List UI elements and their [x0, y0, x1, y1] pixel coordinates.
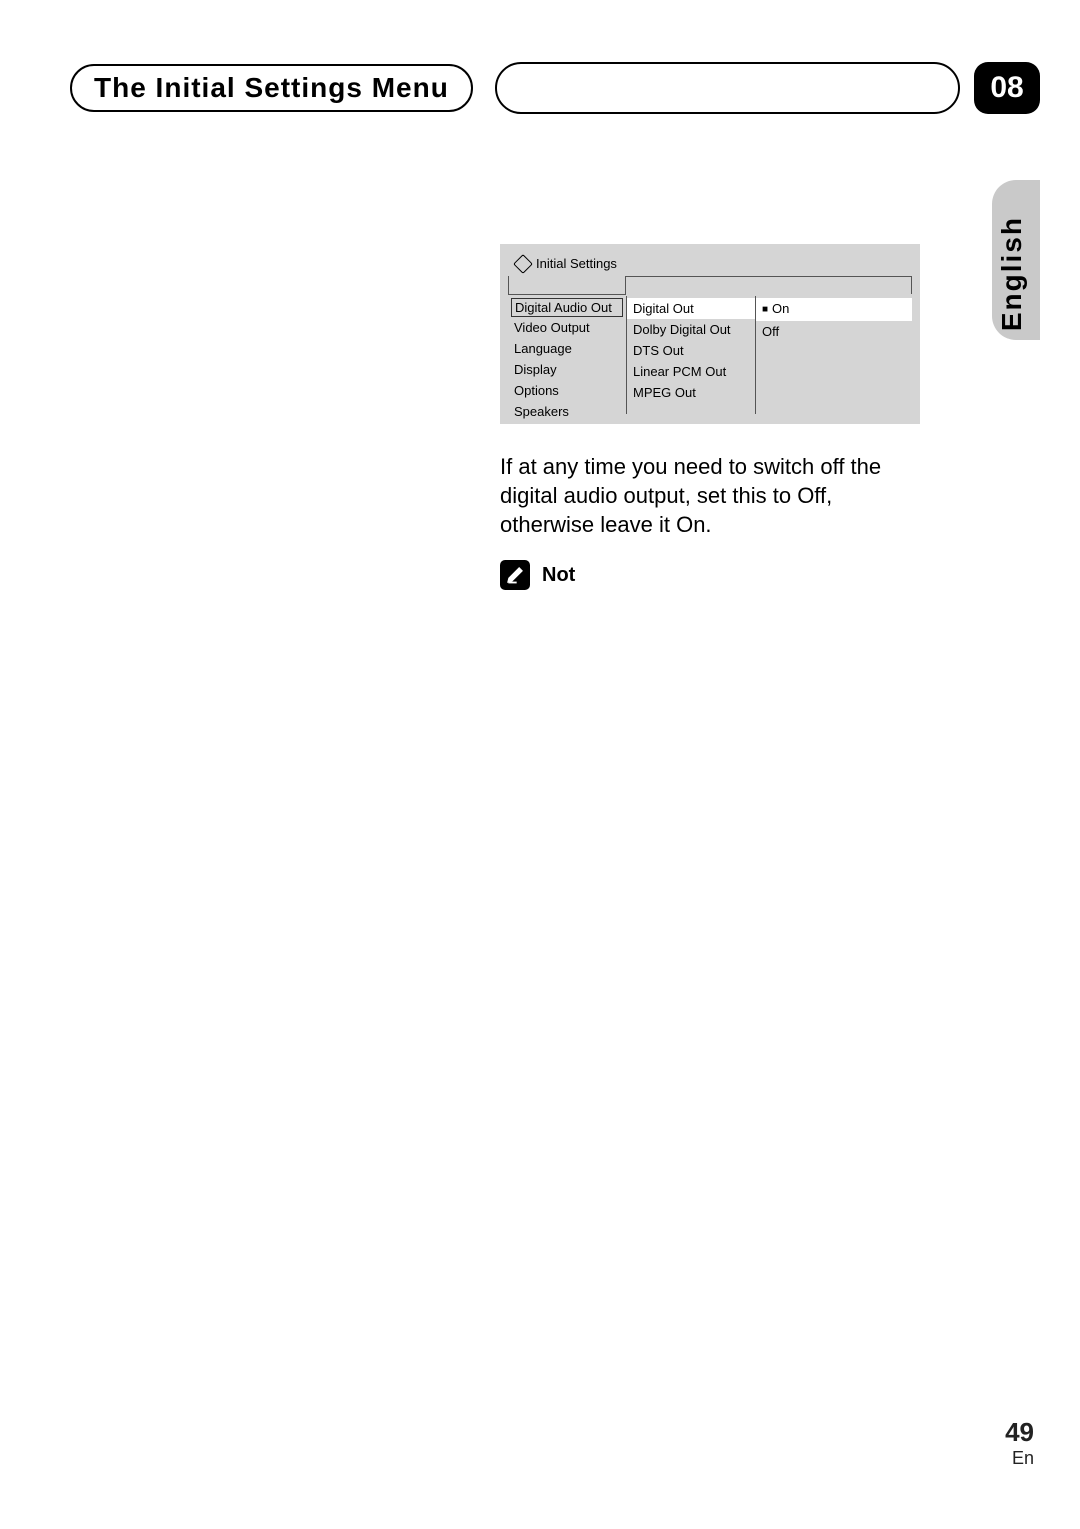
- osd-value-item: Off: [756, 321, 912, 342]
- osd-menu-column: Digital Audio Out Video Output Language …: [508, 296, 626, 422]
- osd-value-label: On: [772, 301, 789, 316]
- page-number: 49: [1005, 1417, 1034, 1448]
- osd-menu-item: Digital Audio Out: [511, 298, 623, 317]
- osd-submenu-item: DTS Out: [627, 340, 755, 361]
- osd-value-selected: ■ On: [756, 298, 912, 321]
- osd-submenu-column: Digital Out Dolby Digital Out DTS Out Li…: [626, 296, 756, 414]
- osd-submenu-item: Dolby Digital Out: [627, 319, 755, 340]
- osd-submenu-item-selected: Digital Out: [627, 298, 755, 319]
- note-label: Not: [542, 564, 575, 587]
- language-tab-label: English: [996, 216, 1028, 331]
- osd-submenu-item: Linear PCM Out: [627, 361, 755, 382]
- osd-diamond-icon: [513, 254, 533, 274]
- page-header: The Initial Settings Menu 08: [70, 62, 1040, 114]
- osd-menu-item: Language: [508, 338, 626, 359]
- osd-active-tab: [508, 276, 626, 295]
- page-lang-code: En: [1005, 1448, 1034, 1469]
- osd-value-column: ■ On Off: [756, 296, 912, 422]
- osd-title: Initial Settings: [536, 256, 617, 271]
- chapter-title: The Initial Settings Menu: [70, 64, 473, 112]
- osd-menu-item: Video Output: [508, 317, 626, 338]
- osd-submenu-item: MPEG Out: [627, 382, 755, 403]
- osd-header: Initial Settings: [516, 256, 617, 271]
- osd-menu-item: Speakers: [508, 401, 626, 422]
- osd-menu-item: Display: [508, 359, 626, 380]
- osd-screenshot: Initial Settings Digital Audio Out Video…: [500, 244, 920, 424]
- osd-columns: Digital Audio Out Video Output Language …: [508, 296, 912, 422]
- header-spacer-pill: [495, 62, 960, 114]
- note-callout: Not: [500, 560, 575, 590]
- body-paragraph: If at any time you need to switch off th…: [500, 452, 920, 539]
- chapter-number-badge: 08: [974, 62, 1040, 114]
- osd-menu-item: Options: [508, 380, 626, 401]
- osd-tab-bar: [508, 276, 912, 294]
- page-footer: 49 En: [1005, 1417, 1034, 1469]
- note-pencil-icon: [500, 560, 530, 590]
- bullet-icon: ■: [762, 304, 768, 315]
